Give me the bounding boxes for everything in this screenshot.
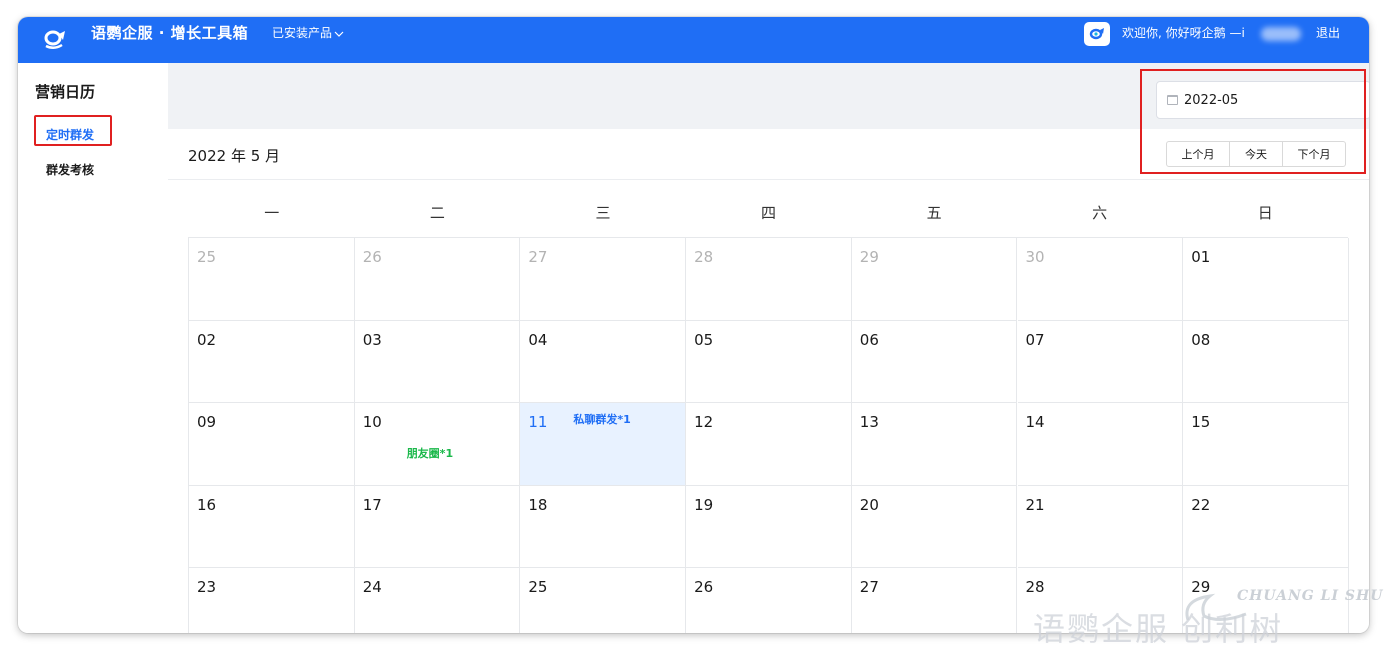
highlight-box-sidebar bbox=[34, 115, 112, 146]
day-number: 13 bbox=[859, 413, 879, 431]
weekday-thu: 四 bbox=[761, 204, 777, 222]
calendar-grid: 25 26 27 28 29 30 01 02 03 04 05 06 07 08 09 10 朋友圈*1 11 私… bbox=[188, 237, 1349, 633]
calendar-day-cell[interactable]: 21 bbox=[1017, 485, 1184, 568]
day-number: 20 bbox=[859, 495, 879, 514]
calendar-event[interactable]: 朋友圈*1 bbox=[407, 445, 453, 461]
calendar-day-cell[interactable]: 24 bbox=[355, 568, 521, 633]
calendar-title: 2022 年 5 月 bbox=[188, 147, 281, 165]
weekday-fri: 五 bbox=[926, 204, 942, 222]
calendar-day-cell[interactable]: 03 bbox=[354, 320, 521, 403]
day-number: 26 bbox=[362, 248, 382, 266]
calendar-day-cell[interactable]: 15 bbox=[1183, 403, 1349, 486]
calendar-day-cell[interactable]: 29 bbox=[851, 238, 1018, 321]
avatar[interactable] bbox=[1084, 22, 1110, 46]
day-number: 06 bbox=[859, 330, 879, 349]
installed-products-label: 已安装产品 bbox=[272, 26, 333, 40]
app-window: 语鹦企服 · 增长工具箱 已安装产品 欢迎你, 你好呀企鹅 —i 退出 营销日历… bbox=[18, 17, 1369, 633]
day-number: 12 bbox=[694, 413, 714, 431]
day-number: 27 bbox=[859, 578, 879, 596]
calendar-event[interactable]: 私聊群发*1 bbox=[573, 411, 630, 427]
day-number: 05 bbox=[694, 330, 714, 349]
calendar-day-cell[interactable]: 11 私聊群发*1 bbox=[520, 403, 687, 486]
calendar-day-cell[interactable]: 16 bbox=[189, 485, 355, 568]
day-number: 14 bbox=[1025, 413, 1045, 431]
calendar-day-cell[interactable]: 12 bbox=[686, 403, 852, 486]
day-number: 26 bbox=[694, 578, 714, 596]
day-number: 04 bbox=[528, 330, 548, 349]
day-number: 28 bbox=[1025, 578, 1045, 596]
sidebar-item-broadcast-assessment[interactable]: 群发考核 bbox=[46, 161, 94, 178]
day-number: 23 bbox=[197, 578, 217, 596]
calendar-day-cell[interactable]: 01 bbox=[1183, 238, 1349, 321]
calendar-day-cell[interactable]: 28 bbox=[686, 238, 852, 321]
day-number: 22 bbox=[1191, 495, 1211, 514]
calendar-day-cell[interactable]: 14 bbox=[1017, 403, 1184, 486]
calendar-day-cell[interactable]: 08 bbox=[1183, 320, 1349, 403]
day-number: 03 bbox=[362, 330, 382, 349]
calendar-day-cell[interactable]: 06 bbox=[851, 320, 1018, 403]
calendar-day-cell[interactable]: 27 bbox=[520, 238, 687, 321]
calendar-day-cell[interactable]: 10 朋友圈*1 bbox=[354, 403, 521, 486]
calendar-day-cell[interactable]: 13 bbox=[851, 403, 1018, 486]
calendar-day-cell[interactable]: 07 bbox=[1017, 320, 1184, 403]
calendar-day-cell[interactable]: 25 bbox=[520, 568, 687, 633]
day-number: 17 bbox=[362, 495, 382, 514]
brand-logo-icon bbox=[44, 30, 65, 49]
day-number: 29 bbox=[859, 248, 879, 266]
username-blur bbox=[1261, 27, 1301, 41]
calendar-divider bbox=[168, 179, 1369, 180]
day-number: 07 bbox=[1025, 330, 1045, 349]
day-number: 24 bbox=[362, 578, 382, 596]
weekday-tue: 二 bbox=[429, 204, 445, 222]
calendar-day-cell[interactable]: 25 bbox=[189, 238, 355, 321]
top-navbar: 语鹦企服 · 增长工具箱 已安装产品 欢迎你, 你好呀企鹅 —i 退出 bbox=[18, 17, 1369, 63]
weekday-wed: 三 bbox=[595, 204, 611, 222]
day-number: 19 bbox=[694, 495, 714, 514]
day-number: 10 bbox=[362, 413, 382, 431]
avatar-logo-icon bbox=[1089, 28, 1104, 40]
day-number: 16 bbox=[197, 495, 217, 514]
calendar-day-cell[interactable]: 19 bbox=[686, 485, 852, 568]
sidebar-title: 营销日历 bbox=[35, 83, 96, 101]
watermark-english: CHUANG LI SHU bbox=[1237, 588, 1384, 604]
day-number: 15 bbox=[1191, 413, 1211, 431]
chevron-down-icon bbox=[334, 31, 344, 37]
day-number: 02 bbox=[197, 330, 217, 349]
calendar-day-cell[interactable]: 30 bbox=[1017, 238, 1184, 321]
weekday-sun: 日 bbox=[1257, 204, 1273, 222]
day-number: 11 bbox=[528, 413, 548, 431]
day-number: 25 bbox=[528, 578, 548, 596]
day-number: 08 bbox=[1191, 330, 1211, 349]
calendar-day-cell[interactable]: 22 bbox=[1183, 485, 1349, 568]
installed-products-dropdown[interactable]: 已安装产品 bbox=[272, 17, 344, 50]
weekday-header: 一 二 三 四 五 六 日 bbox=[189, 202, 1348, 226]
day-number: 18 bbox=[528, 495, 548, 514]
calendar-day-cell[interactable]: 27 bbox=[852, 568, 1018, 633]
calendar-day-cell[interactable]: 17 bbox=[354, 485, 521, 568]
calendar-day-cell[interactable]: 09 bbox=[189, 403, 355, 486]
brand-title: 语鹦企服 · 增长工具箱 bbox=[91, 24, 249, 42]
highlight-box-month-controls bbox=[1140, 69, 1366, 174]
day-number: 28 bbox=[694, 248, 714, 266]
calendar-day-cell[interactable]: 23 bbox=[189, 568, 355, 633]
calendar-day-cell[interactable]: 18 bbox=[520, 485, 687, 568]
day-number: 25 bbox=[197, 248, 217, 266]
calendar-day-cell[interactable]: 04 bbox=[520, 320, 687, 403]
calendar-day-cell[interactable]: 26 bbox=[354, 238, 521, 321]
welcome-text: 欢迎你, 你好呀企鹅 —i bbox=[1122, 26, 1245, 40]
calendar-day-cell[interactable]: 26 bbox=[686, 568, 852, 633]
weekday-mon: 一 bbox=[264, 204, 280, 222]
logout-link[interactable]: 退出 bbox=[1316, 17, 1340, 50]
calendar-day-cell[interactable]: 20 bbox=[851, 485, 1018, 568]
day-number: 01 bbox=[1191, 248, 1211, 266]
day-number: 30 bbox=[1025, 248, 1045, 266]
weekday-sat: 六 bbox=[1092, 204, 1108, 222]
watermark-chinese: 语鹦企服 创利树 bbox=[1033, 610, 1284, 648]
day-number: 09 bbox=[197, 413, 217, 431]
sidebar: 营销日历 定时群发 群发考核 bbox=[18, 63, 168, 633]
calendar-day-cell[interactable]: 02 bbox=[189, 320, 355, 403]
calendar-day-cell[interactable]: 05 bbox=[686, 320, 852, 403]
day-number: 21 bbox=[1025, 495, 1045, 514]
day-number: 27 bbox=[528, 248, 548, 266]
